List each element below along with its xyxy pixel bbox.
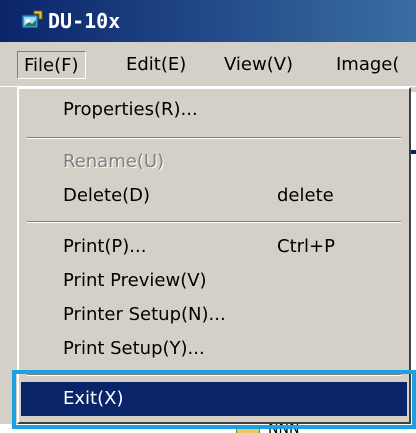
file-list-area bbox=[0, 424, 416, 433]
menu-edit[interactable]: Edit(E) bbox=[120, 51, 192, 79]
menu-separator bbox=[27, 137, 401, 139]
app-icon bbox=[21, 10, 43, 29]
menu-item-label: Rename(U) bbox=[63, 151, 165, 172]
folder-icon bbox=[236, 425, 260, 433]
menu-separator bbox=[27, 374, 401, 376]
menu-item-properties[interactable]: Properties(R)... bbox=[21, 93, 407, 127]
title-bar[interactable]: DU-10x bbox=[0, 0, 416, 42]
menu-item-rename: Rename(U) bbox=[21, 145, 407, 179]
menu-bar: File(F) Edit(E) View(V) Image( bbox=[0, 42, 416, 87]
menu-item-print[interactable]: Print(P)... Ctrl+P bbox=[21, 230, 407, 264]
menu-item-label: Print Setup(Y)... bbox=[63, 338, 205, 359]
menu-item-label: Properties(R)... bbox=[63, 99, 198, 120]
menu-separator bbox=[27, 221, 401, 223]
menu-file[interactable]: File(F) bbox=[17, 51, 86, 79]
menu-item-label: Delete(D) bbox=[63, 185, 151, 206]
app-window: DU-10x File(F) Edit(E) View(V) Image( NN… bbox=[0, 0, 416, 433]
menu-item-shortcut: Ctrl+P bbox=[277, 236, 335, 257]
menu-item-delete[interactable]: Delete(D) delete bbox=[21, 179, 407, 213]
menu-item-print-setup[interactable]: Print Setup(Y)... bbox=[21, 332, 407, 366]
menu-item-label: Printer Setup(N)... bbox=[63, 304, 226, 325]
menu-item-printer-setup[interactable]: Printer Setup(N)... bbox=[21, 298, 407, 332]
menu-view[interactable]: View(V) bbox=[218, 51, 299, 79]
menu-image[interactable]: Image( bbox=[330, 51, 405, 79]
menu-item-exit[interactable]: Exit(X) bbox=[21, 382, 407, 416]
file-menu-dropdown: Properties(R)... Rename(U) Delete(D) del… bbox=[17, 87, 411, 424]
menu-item-label: Print(P)... bbox=[63, 236, 147, 257]
menu-item-shortcut: delete bbox=[277, 185, 334, 206]
menu-item-label: Exit(X) bbox=[63, 388, 124, 409]
window-title: DU-10x bbox=[48, 9, 121, 33]
menu-item-print-preview[interactable]: Print Preview(V) bbox=[21, 264, 407, 298]
menu-item-label: Print Preview(V) bbox=[63, 270, 207, 291]
